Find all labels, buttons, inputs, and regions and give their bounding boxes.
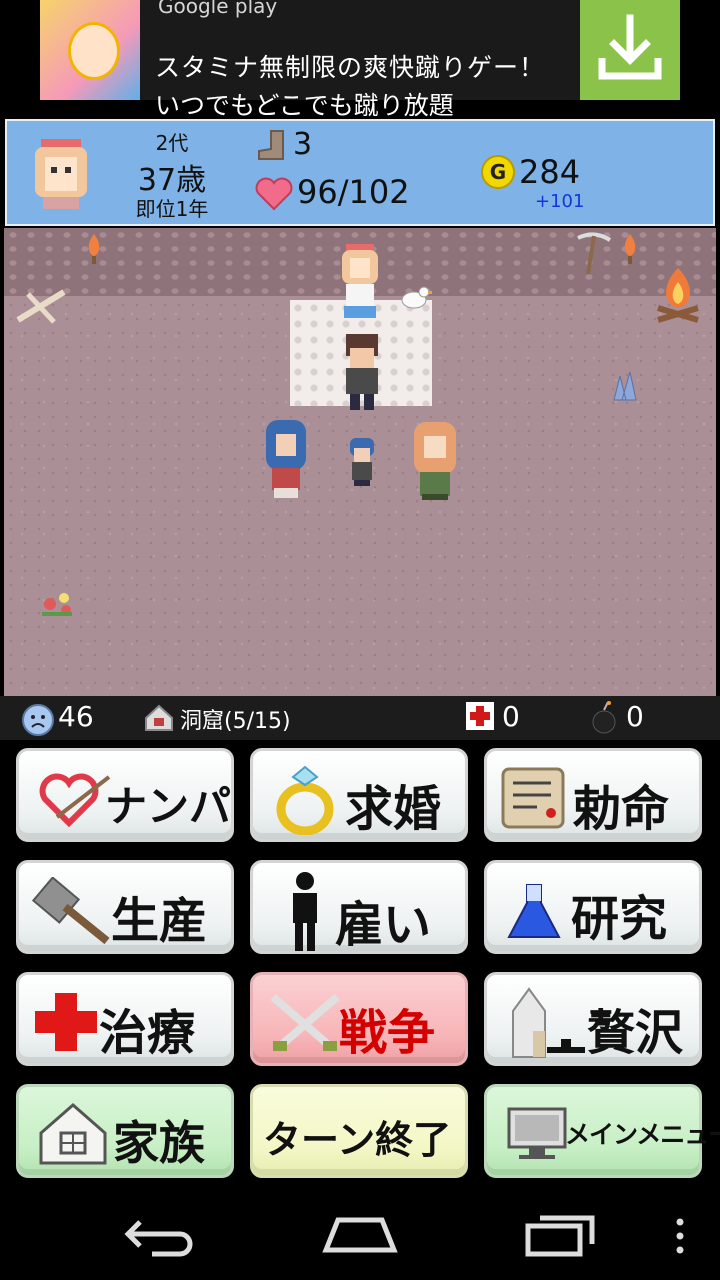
google-play-label: Google play (158, 0, 278, 18)
blue-hair-woman-character[interactable] (262, 420, 310, 500)
crystal-decor (613, 371, 637, 401)
seisan-button[interactable]: 生産 (16, 860, 234, 954)
turn-end-label: ターン終了 (263, 1118, 452, 1162)
download-icon (598, 14, 662, 80)
orange-hair-woman-character[interactable] (410, 422, 460, 502)
torch-icon (88, 234, 100, 264)
senso-button[interactable]: 戦争 (250, 972, 468, 1066)
info-bar: 46 洞窟(5/15) 0 0 (0, 696, 720, 740)
child-character[interactable] (346, 438, 378, 488)
kyukon-label: 求婚 (345, 781, 442, 837)
location-label: 洞窟(5/15) (180, 709, 291, 734)
download-button[interactable] (580, 0, 680, 100)
person-icon (293, 872, 317, 951)
scroll-icon (501, 767, 565, 829)
gold-income: +101 (535, 191, 585, 212)
generation-label: 2代 (155, 131, 189, 155)
gold-coin-icon: G (481, 155, 515, 189)
chokumei-button[interactable]: 勅命 (484, 748, 702, 842)
ring-icon (276, 765, 334, 835)
kazoku-label: 家族 (113, 1116, 205, 1170)
king-portrait[interactable] (31, 133, 91, 211)
torch-icon (624, 234, 636, 264)
chiryo-label: 治療 (99, 1005, 196, 1061)
bones-decor (16, 289, 66, 324)
medical-count: 0 (502, 700, 520, 733)
chokumei-label: 勅命 (573, 781, 670, 837)
house-icon (145, 704, 173, 731)
flask-icon (507, 884, 561, 938)
yatoi-button[interactable]: 雇い (250, 860, 468, 954)
cave-map[interactable] (4, 228, 716, 696)
kyukon-button[interactable]: 求婚 (250, 748, 468, 842)
zeitaku-label: 贅沢 (587, 1005, 684, 1061)
gold-value: 284 (519, 153, 581, 191)
sad-face-icon (22, 704, 54, 736)
nanpa-button[interactable]: ナンパ (16, 748, 234, 842)
main-menu-label: メインメニュー (565, 1120, 720, 1149)
mood-value: 46 (58, 700, 94, 733)
turn-end-button[interactable]: ターン終了 (250, 1084, 468, 1178)
hammer-icon (31, 877, 110, 945)
steps-value: 3 (293, 127, 313, 162)
kenkyu-button[interactable]: 研究 (484, 860, 702, 954)
heart-arrow-icon (39, 773, 111, 827)
chiryo-button[interactable]: 治療 (16, 972, 234, 1066)
status-panel: 2代 37歳 即位1年 3 96/102 G 284 +101 (5, 119, 715, 226)
family-house-icon (39, 1103, 107, 1165)
home-icon[interactable] (320, 1212, 400, 1256)
ad-headline[interactable]: スタミナ無制限の爽快蹴りゲー！ (155, 48, 545, 84)
ad-app-icon[interactable] (40, 0, 140, 100)
queen-character[interactable] (338, 244, 382, 322)
overflow-menu-icon[interactable] (672, 1216, 688, 1256)
monitor-icon (507, 1107, 567, 1159)
flower-decor (42, 593, 72, 616)
back-icon[interactable] (122, 1214, 198, 1258)
king-character[interactable] (340, 334, 384, 414)
seisan-label: 生産 (111, 893, 208, 949)
hp-value: 96/102 (297, 173, 410, 211)
nanpa-label: ナンパ (105, 782, 232, 831)
castle-icon (512, 987, 585, 1058)
medical-kit-icon (466, 702, 494, 730)
bomb-count: 0 (626, 700, 644, 733)
bomb-icon (592, 701, 616, 734)
main-menu-button[interactable]: メインメニュー (484, 1084, 720, 1178)
zeitaku-button[interactable]: 贅沢 (484, 972, 702, 1066)
senso-label: 戦争 (339, 1005, 436, 1061)
boot-icon (258, 130, 284, 160)
pickaxe-icon (577, 232, 612, 275)
bird-character[interactable] (398, 282, 432, 312)
android-nav-bar (0, 1190, 720, 1280)
campfire-icon (657, 268, 699, 323)
ad-subline[interactable]: いつでもどこでも蹴り放題 (155, 86, 454, 122)
heart-icon (255, 177, 293, 211)
kenkyu-label: 研究 (571, 891, 668, 947)
reign-label: 即位1年 (135, 197, 209, 221)
red-cross-icon (35, 993, 97, 1051)
yatoi-label: 雇い (335, 897, 432, 953)
crossed-swords-icon (270, 993, 340, 1051)
recent-apps-icon[interactable] (524, 1214, 596, 1258)
kazoku-button[interactable]: 家族 (16, 1084, 234, 1178)
